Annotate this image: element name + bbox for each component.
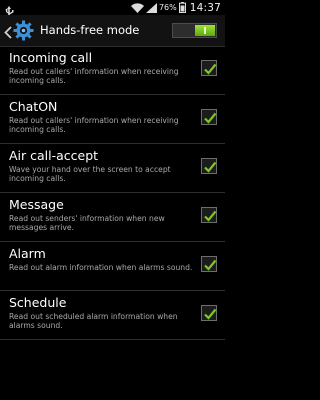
settings-list: Incoming call Read out callers' informat… bbox=[0, 46, 225, 340]
item-title: Incoming call bbox=[9, 50, 93, 65]
item-summary: Read out callers' information when recei… bbox=[9, 67, 179, 86]
item-summary: Read out callers' information when recei… bbox=[9, 116, 179, 135]
page-title: Hands-free mode bbox=[40, 23, 140, 37]
checkbox[interactable] bbox=[201, 207, 217, 223]
item-summary: Read out alarm information when alarms s… bbox=[9, 263, 193, 272]
back-chevron-icon[interactable] bbox=[4, 24, 12, 39]
item-summary: Wave your hand over the screen to accept… bbox=[9, 165, 171, 184]
list-item-incoming-call[interactable]: Incoming call Read out callers' informat… bbox=[0, 46, 225, 95]
list-item-schedule[interactable]: Schedule Read out scheduled alarm inform… bbox=[0, 291, 225, 340]
item-title: Schedule bbox=[9, 295, 67, 310]
switch-knob bbox=[195, 25, 215, 36]
item-title: ChatON bbox=[9, 99, 58, 114]
item-title: Message bbox=[9, 197, 64, 212]
checkmark-icon bbox=[204, 308, 217, 320]
checkmark-icon bbox=[204, 161, 217, 173]
clock: 14:37 bbox=[189, 1, 221, 14]
list-item-message[interactable]: Message Read out senders' information wh… bbox=[0, 193, 225, 242]
battery-percent: 76% bbox=[158, 3, 177, 12]
checkbox[interactable] bbox=[201, 158, 217, 174]
signal-icon bbox=[145, 2, 157, 13]
checkmark-icon bbox=[204, 112, 217, 124]
checkmark-icon bbox=[204, 210, 217, 222]
item-title: Alarm bbox=[9, 246, 46, 261]
master-switch[interactable] bbox=[172, 23, 217, 38]
wifi-icon bbox=[130, 2, 144, 13]
item-summary: Read out senders' information when new m… bbox=[9, 214, 165, 233]
checkmark-icon bbox=[204, 63, 217, 75]
gear-icon[interactable] bbox=[13, 20, 34, 41]
usb-icon bbox=[3, 2, 15, 18]
checkbox[interactable] bbox=[201, 305, 217, 321]
item-summary: Read out scheduled alarm information whe… bbox=[9, 312, 178, 331]
list-item-alarm[interactable]: Alarm Read out alarm information when al… bbox=[0, 242, 225, 291]
list-item-air-call-accept[interactable]: Air call-accept Wave your hand over the … bbox=[0, 144, 225, 193]
action-bar: Hands-free mode bbox=[0, 15, 225, 47]
item-title: Air call-accept bbox=[9, 148, 99, 163]
checkmark-icon bbox=[204, 259, 217, 271]
status-icons: 76% 14:37 bbox=[130, 0, 221, 15]
checkbox[interactable] bbox=[201, 256, 217, 272]
list-item-chaton[interactable]: ChatON Read out callers' information whe… bbox=[0, 95, 225, 144]
battery-icon bbox=[178, 2, 186, 13]
status-bar: 76% 14:37 bbox=[0, 0, 225, 18]
checkbox[interactable] bbox=[201, 109, 217, 125]
checkbox[interactable] bbox=[201, 60, 217, 76]
